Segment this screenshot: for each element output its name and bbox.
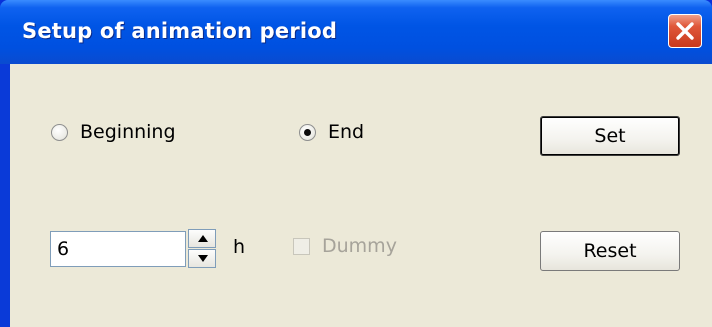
arrow-down-icon (198, 255, 208, 262)
window-border (0, 64, 10, 327)
hours-unit-label: h (233, 236, 246, 258)
radio-end[interactable]: End (299, 121, 364, 143)
radio-beginning-label: Beginning (80, 121, 176, 143)
spin-down-button[interactable] (188, 249, 216, 268)
dialog-body: Beginning End Set Reset Dummy (10, 64, 712, 327)
dummy-checkbox (293, 237, 310, 255)
spin-up-button[interactable] (188, 229, 216, 248)
radio-end-control[interactable] (299, 123, 316, 141)
dialog-title: Setup of animation period (22, 19, 338, 43)
radio-end-label: End (328, 121, 365, 143)
radio-beginning[interactable]: Beginning (51, 121, 176, 143)
dummy-checkbox-group: Dummy (293, 235, 397, 257)
dialog-window: Setup of animation period Beginning End … (0, 0, 712, 327)
close-icon (676, 22, 694, 40)
reset-button[interactable]: Reset (540, 231, 680, 271)
title-bar[interactable]: Setup of animation period (0, 0, 712, 64)
hours-input[interactable]: 6 (50, 231, 186, 267)
radio-beginning-control[interactable] (51, 123, 68, 141)
set-button[interactable]: Set (540, 116, 680, 156)
dummy-checkbox-label: Dummy (322, 235, 397, 257)
close-button[interactable] (668, 14, 702, 48)
arrow-up-icon (198, 235, 208, 242)
